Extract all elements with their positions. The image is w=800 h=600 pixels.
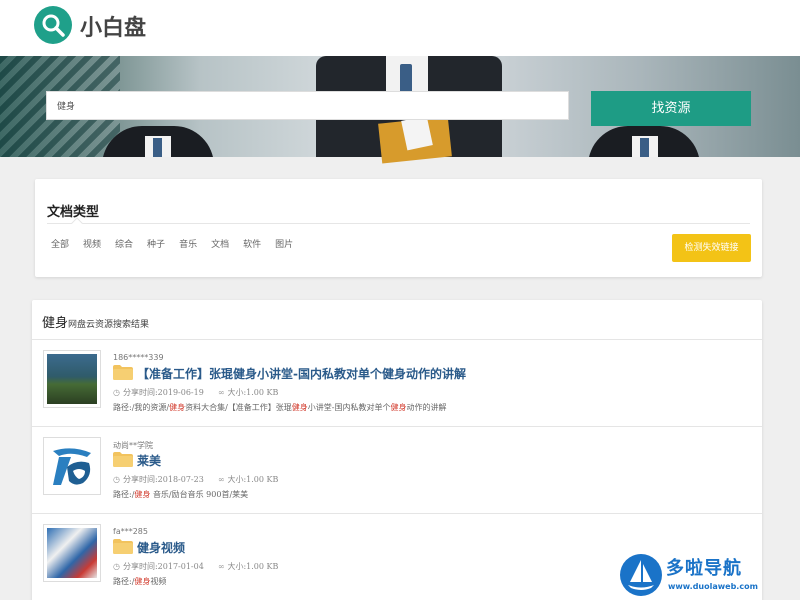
path-text: 路径:/ bbox=[113, 490, 135, 499]
path-keyword: 健身 bbox=[291, 403, 308, 412]
path-text: 路径:/ bbox=[113, 577, 135, 586]
result-path: 路径:/我的资源/健身资料大合集/【准备工作】张琨健身小讲堂-国内私教对单个健身… bbox=[113, 402, 447, 413]
path-keyword: 健身 bbox=[134, 490, 151, 499]
check-dead-links-button[interactable]: 检测失效链接 bbox=[672, 234, 751, 262]
filter-mixed[interactable]: 综合 bbox=[115, 237, 133, 250]
clock-icon: ◷ bbox=[113, 388, 120, 397]
filter-document[interactable]: 文档 bbox=[211, 237, 229, 250]
doc-type-filter-list: 全部 视频 综合 种子 音乐 文档 软件 图片 bbox=[51, 237, 307, 250]
path-text: 路径:/我的资源/ bbox=[113, 403, 170, 412]
path-text: 小讲堂-国内私教对单个 bbox=[307, 403, 391, 412]
filter-all[interactable]: 全部 bbox=[51, 237, 69, 250]
watermark-title: 多啦导航 bbox=[666, 558, 742, 579]
doc-types-title: 文档类型 bbox=[47, 205, 100, 220]
filter-music[interactable]: 音乐 bbox=[179, 237, 197, 250]
link-icon: ∞ bbox=[217, 475, 225, 484]
search-input[interactable] bbox=[46, 91, 569, 120]
filter-video[interactable]: 视频 bbox=[83, 237, 101, 250]
result-thumbnail[interactable] bbox=[43, 437, 101, 495]
site-header: 小白盘 bbox=[0, 0, 800, 56]
result-meta: ◷ 分享时间:2018-07-23 ∞ 大小:1.00 KB bbox=[113, 474, 278, 485]
filter-torrent[interactable]: 种子 bbox=[147, 237, 165, 250]
result-meta: ◷ 分享时间:2019-06-19 ∞ 大小:1.00 KB bbox=[113, 387, 278, 398]
result-thumbnail[interactable] bbox=[43, 524, 101, 582]
result-item: 动尚**学院 莱美 ◷ 分享时间:2018-07-23 ∞ 大小:1.00 KB… bbox=[32, 427, 762, 514]
clock-icon: ◷ bbox=[113, 475, 120, 484]
divider bbox=[47, 223, 750, 224]
thumbnail-image bbox=[47, 354, 97, 404]
share-time: 分享时间:2017-01-04 bbox=[122, 562, 204, 571]
folder-icon bbox=[113, 365, 133, 380]
path-keyword: 健身 bbox=[169, 403, 186, 412]
link-icon: ∞ bbox=[217, 388, 225, 397]
brand-logo-image bbox=[47, 441, 97, 491]
doc-types-panel: 文档类型 全部 视频 综合 种子 音乐 文档 软件 图片 检测失效链接 bbox=[35, 179, 762, 277]
watermark: 多啦导航 www.duolaweb.com bbox=[620, 554, 800, 600]
file-size: 大小:1.00 KB bbox=[227, 562, 279, 571]
results-suffix: 网盘云资源搜索结果 bbox=[68, 320, 150, 330]
share-time: 分享时间:2019-06-19 bbox=[122, 388, 204, 397]
folder-icon bbox=[113, 539, 133, 554]
result-thumbnail[interactable] bbox=[43, 350, 101, 408]
results-heading: 健身网盘云资源搜索结果 bbox=[42, 312, 149, 331]
result-title-link[interactable]: 【准备工作】张琨健身小讲堂-国内私教对单个健身动作的讲解 bbox=[137, 365, 466, 382]
result-title-link[interactable]: 健身视频 bbox=[137, 539, 185, 556]
result-title-link[interactable]: 莱美 bbox=[137, 452, 161, 469]
sharer-name: 动尚**学院 bbox=[113, 441, 153, 450]
result-item: 186*****339 【准备工作】张琨健身小讲堂-国内私教对单个健身动作的讲解… bbox=[32, 340, 762, 427]
file-size: 大小:1.00 KB bbox=[227, 388, 279, 397]
results-keyword: 健身 bbox=[42, 316, 69, 331]
thumbnail-image bbox=[47, 528, 97, 578]
search-button[interactable]: 找资源 bbox=[591, 91, 751, 126]
sharer-name: 186*****339 bbox=[113, 353, 164, 362]
site-name[interactable]: 小白盘 bbox=[80, 10, 146, 42]
result-path: 路径:/健身 音乐/励台音乐 900首/莱美 bbox=[113, 489, 248, 500]
path-text: 视频 bbox=[150, 577, 167, 586]
sailboat-logo-icon bbox=[620, 554, 662, 596]
logo-search-icon[interactable] bbox=[34, 6, 72, 44]
watermark-url: www.duolaweb.com bbox=[668, 582, 758, 591]
banner-tie-right bbox=[640, 138, 649, 157]
folder-icon bbox=[113, 452, 133, 467]
clock-icon: ◷ bbox=[113, 562, 120, 571]
filter-image[interactable]: 图片 bbox=[275, 237, 293, 250]
banner-tie-left bbox=[153, 138, 162, 157]
link-icon: ∞ bbox=[217, 562, 225, 571]
share-time: 分享时间:2018-07-23 bbox=[122, 475, 204, 484]
path-text: 动作的讲解 bbox=[406, 403, 447, 412]
filter-software[interactable]: 软件 bbox=[243, 237, 261, 250]
path-text: 资料大合集/【准备工作】张琨 bbox=[185, 403, 292, 412]
result-meta: ◷ 分享时间:2017-01-04 ∞ 大小:1.00 KB bbox=[113, 561, 278, 572]
path-keyword: 健身 bbox=[390, 403, 407, 412]
file-size: 大小:1.00 KB bbox=[227, 475, 279, 484]
path-keyword: 健身 bbox=[134, 577, 151, 586]
result-path: 路径:/健身视频 bbox=[113, 576, 166, 587]
sharer-name: fa***285 bbox=[113, 527, 148, 536]
path-text: 音乐/励台音乐 900首/莱美 bbox=[152, 490, 249, 499]
